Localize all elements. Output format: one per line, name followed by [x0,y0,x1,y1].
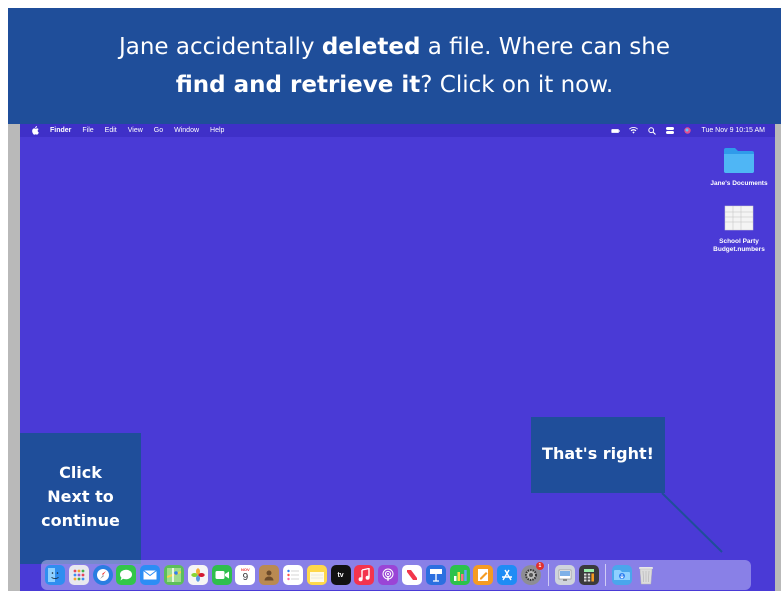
app-store-icon[interactable] [497,565,518,585]
photos-icon[interactable] [187,565,208,585]
instruction-banner: Jane accidentally deleted a file. Where … [8,8,781,124]
menu-clock[interactable]: Tue Nov 9 10:15 AM [701,127,765,134]
dock-separator [605,564,607,586]
calendar-icon[interactable]: NOV 9 [235,565,256,585]
keynote-icon[interactable] [425,565,446,585]
notification-badge: 1 [535,562,544,570]
banner-text: a file. Where can she [420,34,671,60]
spotlight-icon[interactable] [647,126,656,135]
menu-edit[interactable]: Edit [105,127,117,134]
dock-separator [547,564,549,586]
banner-line-2: find and retrieve it? Click on it now. [176,66,613,104]
system-preferences-icon[interactable]: 1 [520,562,544,585]
banner-emphasis: deleted [321,34,421,60]
banner-emphasis: find and retrieve it [175,72,421,98]
maps-icon[interactable] [163,565,184,585]
dock: NOV 9 tv 1 [41,560,751,590]
desktop-folder-janes-documents[interactable]: Jane's Documents [706,146,772,188]
contacts-icon[interactable] [259,565,280,585]
menu-help[interactable]: Help [210,127,224,134]
messages-icon[interactable] [116,565,137,585]
click-next-prompt: Click Next to continue [20,433,141,564]
calculator-icon[interactable] [578,565,599,585]
music-icon[interactable] [354,565,375,585]
launchpad-icon[interactable] [68,565,89,585]
siri-icon[interactable] [683,127,692,134]
feedback-callout: That's right! [531,417,665,493]
status-area: Tue Nov 9 10:15 AM [611,124,765,137]
facetime-icon[interactable] [211,565,232,585]
wifi-icon[interactable] [629,127,639,134]
desktop-file-school-party-budget[interactable]: School Party Budget.numbers [706,204,772,254]
pages-icon[interactable] [473,565,494,585]
prompt-text: Click [59,463,102,482]
feedback-text: That's right! [542,444,654,463]
calendar-day: 9 [242,572,249,583]
menu-view[interactable]: View [128,127,143,134]
menu-bar: Finder File Edit View Go Window Help Tue… [20,124,775,137]
folder-icon [706,146,772,177]
banner-text: Jane accidentally [118,34,322,60]
menu-window[interactable]: Window [174,127,199,134]
preview-icon[interactable] [554,565,575,585]
apple-tv-icon[interactable]: tv [330,565,351,585]
tv-label: tv [337,571,344,579]
menu-go[interactable]: Go [154,127,163,134]
document-icon [706,204,772,235]
battery-icon[interactable] [611,127,621,134]
trash-icon[interactable] [636,565,656,585]
reminders-icon[interactable] [282,565,303,585]
notes-icon[interactable] [306,565,327,585]
prompt-text: continue [41,511,120,530]
downloads-folder-icon[interactable] [612,565,633,585]
desktop-icon-label: Budget.numbers [713,246,765,253]
numbers-icon[interactable] [449,565,470,585]
podcasts-icon[interactable] [378,565,399,585]
finder-icon[interactable] [45,565,65,585]
banner-line-1: Jane accidentally deleted a file. Where … [119,28,670,66]
apple-icon[interactable] [30,126,39,135]
desktop-icon-label: Jane's Documents [710,180,768,187]
prompt-text: Next to [47,487,114,506]
menu-finder[interactable]: Finder [50,127,71,134]
mail-icon[interactable] [140,565,161,585]
desktop-icon-label: School Party [719,238,759,245]
control-center-icon[interactable] [665,127,674,134]
news-icon[interactable] [401,565,422,585]
banner-text: ? Click on it now. [420,72,614,98]
safari-icon[interactable] [92,565,113,585]
menu-file[interactable]: File [82,127,93,134]
